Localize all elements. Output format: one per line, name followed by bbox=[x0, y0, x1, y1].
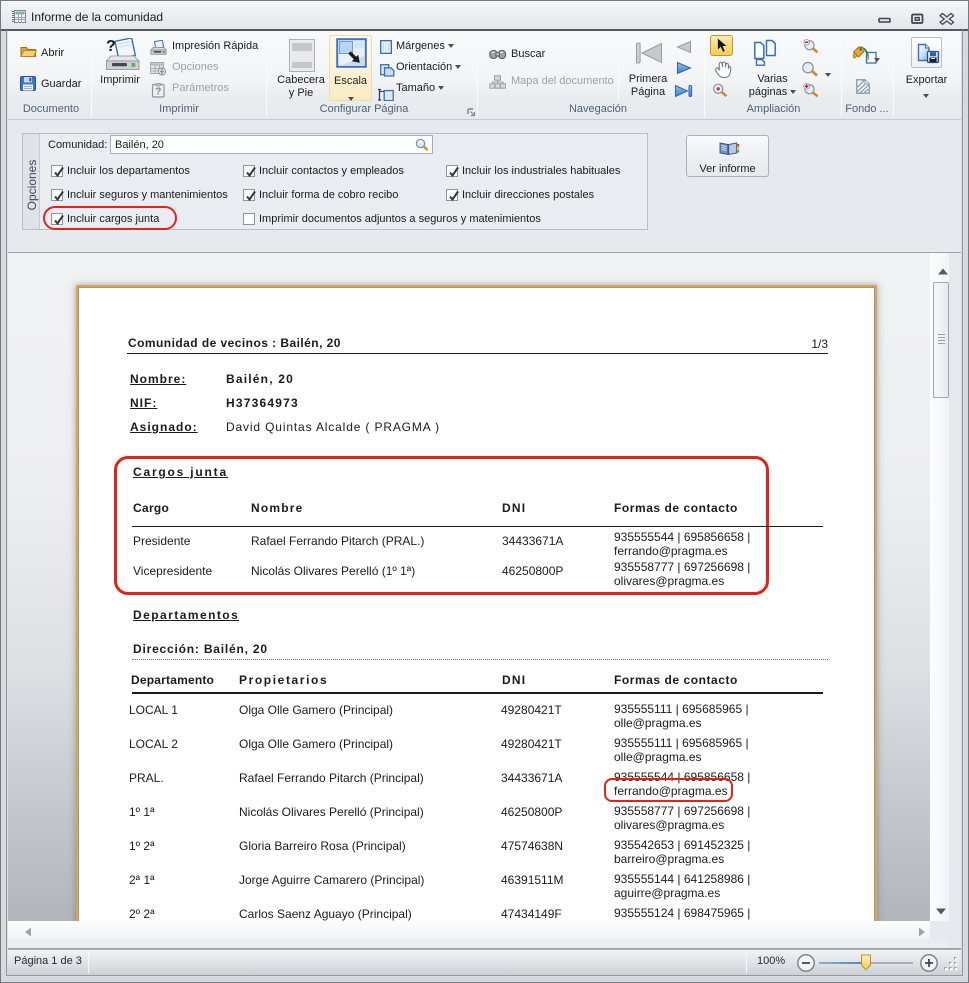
svg-text:?: ? bbox=[106, 38, 116, 55]
svg-text:?: ? bbox=[155, 87, 161, 98]
